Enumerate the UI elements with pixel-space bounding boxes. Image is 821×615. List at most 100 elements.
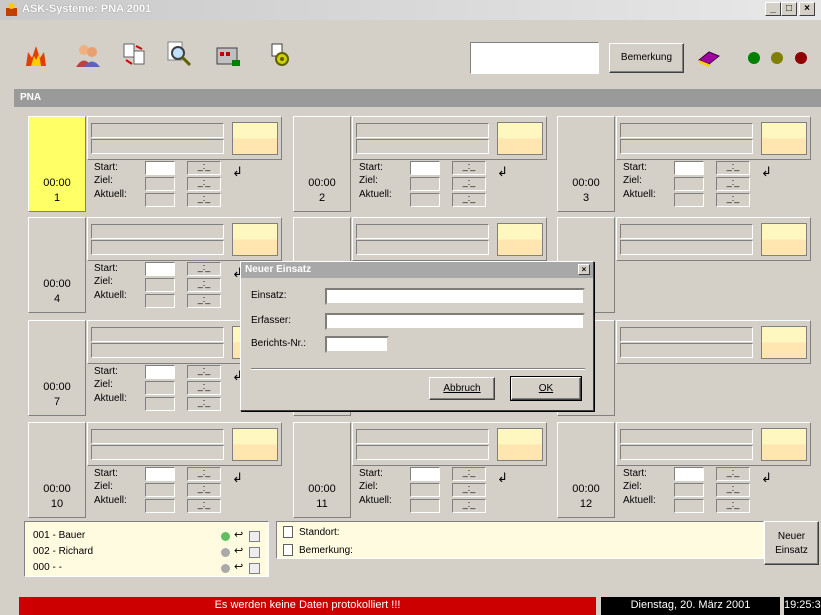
fire-icon[interactable] xyxy=(22,40,50,68)
einsatz-input[interactable] xyxy=(325,288,585,305)
start-time-field[interactable]: _:_ xyxy=(187,365,221,379)
start-field[interactable] xyxy=(145,161,175,175)
vehicle-tile[interactable]: 00:00 1 xyxy=(28,116,86,212)
ok-button[interactable]: OK xyxy=(510,376,582,401)
start-field[interactable] xyxy=(145,262,175,276)
phone-icon[interactable]: ↲ xyxy=(232,470,243,486)
vehicle-tile[interactable]: 00:00 2 xyxy=(293,116,351,212)
start-label: Start: xyxy=(623,468,647,479)
aktuell-field[interactable] xyxy=(674,499,704,513)
aktuell-time-field[interactable]: _:_ xyxy=(452,499,486,513)
ziel-time-field[interactable]: _:_ xyxy=(187,278,221,292)
ziel-field[interactable] xyxy=(145,381,175,395)
start-field[interactable] xyxy=(674,161,704,175)
ziel-time-field[interactable]: _:_ xyxy=(187,177,221,191)
ziel-time-field[interactable]: _:_ xyxy=(187,483,221,497)
search-icon[interactable] xyxy=(165,40,193,68)
ziel-time-field[interactable]: _:_ xyxy=(716,483,750,497)
dialog-close-icon[interactable]: × xyxy=(578,264,590,275)
phone-icon[interactable]: ↲ xyxy=(232,164,243,180)
gear-icon[interactable] xyxy=(266,40,294,68)
ziel-field[interactable] xyxy=(410,483,440,497)
start-field[interactable] xyxy=(410,467,440,481)
ziel-field[interactable] xyxy=(410,177,440,191)
aktuell-time-field[interactable]: _:_ xyxy=(187,193,221,207)
aktuell-field[interactable] xyxy=(145,499,175,513)
berichts-input[interactable] xyxy=(325,336,389,353)
bemerkung-button[interactable]: Bemerkung xyxy=(609,43,684,73)
vehicle-line xyxy=(91,445,224,460)
phone-icon[interactable]: ↲ xyxy=(761,164,772,180)
vehicle-tile[interactable]: 00:00 10 xyxy=(28,422,86,518)
start-time-field[interactable]: _:_ xyxy=(716,161,750,175)
start-field[interactable] xyxy=(145,467,175,481)
start-time-field[interactable]: _:_ xyxy=(452,161,486,175)
aktuell-field[interactable] xyxy=(410,499,440,513)
info-panel: Standort: Bemerkung: xyxy=(276,521,764,559)
title-bar: ASK-Systeme: PNA 2001 _ □ × xyxy=(0,0,821,20)
user-checkbox[interactable] xyxy=(249,547,260,558)
user-item[interactable]: 000 - - xyxy=(33,562,62,573)
start-time-field[interactable]: _:_ xyxy=(716,467,750,481)
phone-icon[interactable]: ↲ xyxy=(497,470,508,486)
aktuell-time-field[interactable]: _:_ xyxy=(716,193,750,207)
user-item[interactable]: 001 - Bauer xyxy=(33,530,85,541)
maximize-button[interactable]: □ xyxy=(781,2,797,16)
start-time-field[interactable]: _:_ xyxy=(187,262,221,276)
close-button[interactable]: × xyxy=(799,2,815,16)
aktuell-time-field[interactable]: _:_ xyxy=(187,499,221,513)
ziel-time-field[interactable]: _:_ xyxy=(716,177,750,191)
ziel-time-field[interactable]: _:_ xyxy=(452,483,486,497)
ziel-field[interactable] xyxy=(674,177,704,191)
start-time-field[interactable]: _:_ xyxy=(187,467,221,481)
transfer-icon[interactable] xyxy=(120,40,148,68)
vehicle-line xyxy=(91,123,224,138)
neuer-einsatz-button[interactable]: Neuer Einsatz xyxy=(764,521,819,565)
start-label: Start: xyxy=(94,468,118,479)
aktuell-field[interactable] xyxy=(410,193,440,207)
aktuell-field[interactable] xyxy=(145,193,175,207)
dialog-divider xyxy=(251,368,585,370)
vehicle-tile[interactable]: 00:00 7 xyxy=(28,320,86,416)
vehicle-tile[interactable]: 00:00 3 xyxy=(557,116,615,212)
vehicle-status-box xyxy=(232,223,278,256)
user-item[interactable]: 002 - Richard xyxy=(33,546,93,557)
start-field[interactable] xyxy=(674,467,704,481)
building-icon[interactable] xyxy=(215,40,243,68)
book-icon[interactable] xyxy=(697,48,721,68)
vehicle-tile[interactable]: 00:00 11 xyxy=(293,422,351,518)
ziel-field[interactable] xyxy=(145,177,175,191)
people-icon[interactable] xyxy=(74,40,102,68)
vehicle-tile[interactable]: 00:00 12 xyxy=(557,422,615,518)
aktuell-time-field[interactable]: _:_ xyxy=(716,499,750,513)
phone-icon[interactable]: ↲ xyxy=(497,164,508,180)
start-field[interactable] xyxy=(410,161,440,175)
aktuell-time-field[interactable]: _:_ xyxy=(187,294,221,308)
aktuell-field[interactable] xyxy=(674,193,704,207)
start-field[interactable] xyxy=(145,365,175,379)
toolbar-text-field[interactable] xyxy=(470,42,599,74)
start-label: Start: xyxy=(94,263,118,274)
vehicle-number: 12 xyxy=(579,498,593,510)
aktuell-time-field[interactable]: _:_ xyxy=(187,397,221,411)
start-time-field[interactable]: _:_ xyxy=(187,161,221,175)
abbruch-button[interactable]: Abbruch xyxy=(429,377,495,400)
vehicle-info-box xyxy=(352,217,547,261)
vehicle-tile[interactable]: 00:00 4 xyxy=(28,217,86,313)
ziel-time-field[interactable]: _:_ xyxy=(187,381,221,395)
aktuell-field[interactable] xyxy=(145,294,175,308)
phone-icon[interactable]: ↲ xyxy=(761,470,772,486)
ziel-field[interactable] xyxy=(145,278,175,292)
vehicle-time: 00:00 xyxy=(308,483,336,495)
aktuell-field[interactable] xyxy=(145,397,175,411)
vehicle-line xyxy=(91,343,224,358)
ziel-field[interactable] xyxy=(674,483,704,497)
user-checkbox[interactable] xyxy=(249,563,260,574)
minimize-button[interactable]: _ xyxy=(765,2,781,16)
ziel-field[interactable] xyxy=(145,483,175,497)
aktuell-time-field[interactable]: _:_ xyxy=(452,193,486,207)
start-time-field[interactable]: _:_ xyxy=(452,467,486,481)
user-checkbox[interactable] xyxy=(249,531,260,542)
ziel-time-field[interactable]: _:_ xyxy=(452,177,486,191)
erfasser-input[interactable] xyxy=(325,313,585,330)
